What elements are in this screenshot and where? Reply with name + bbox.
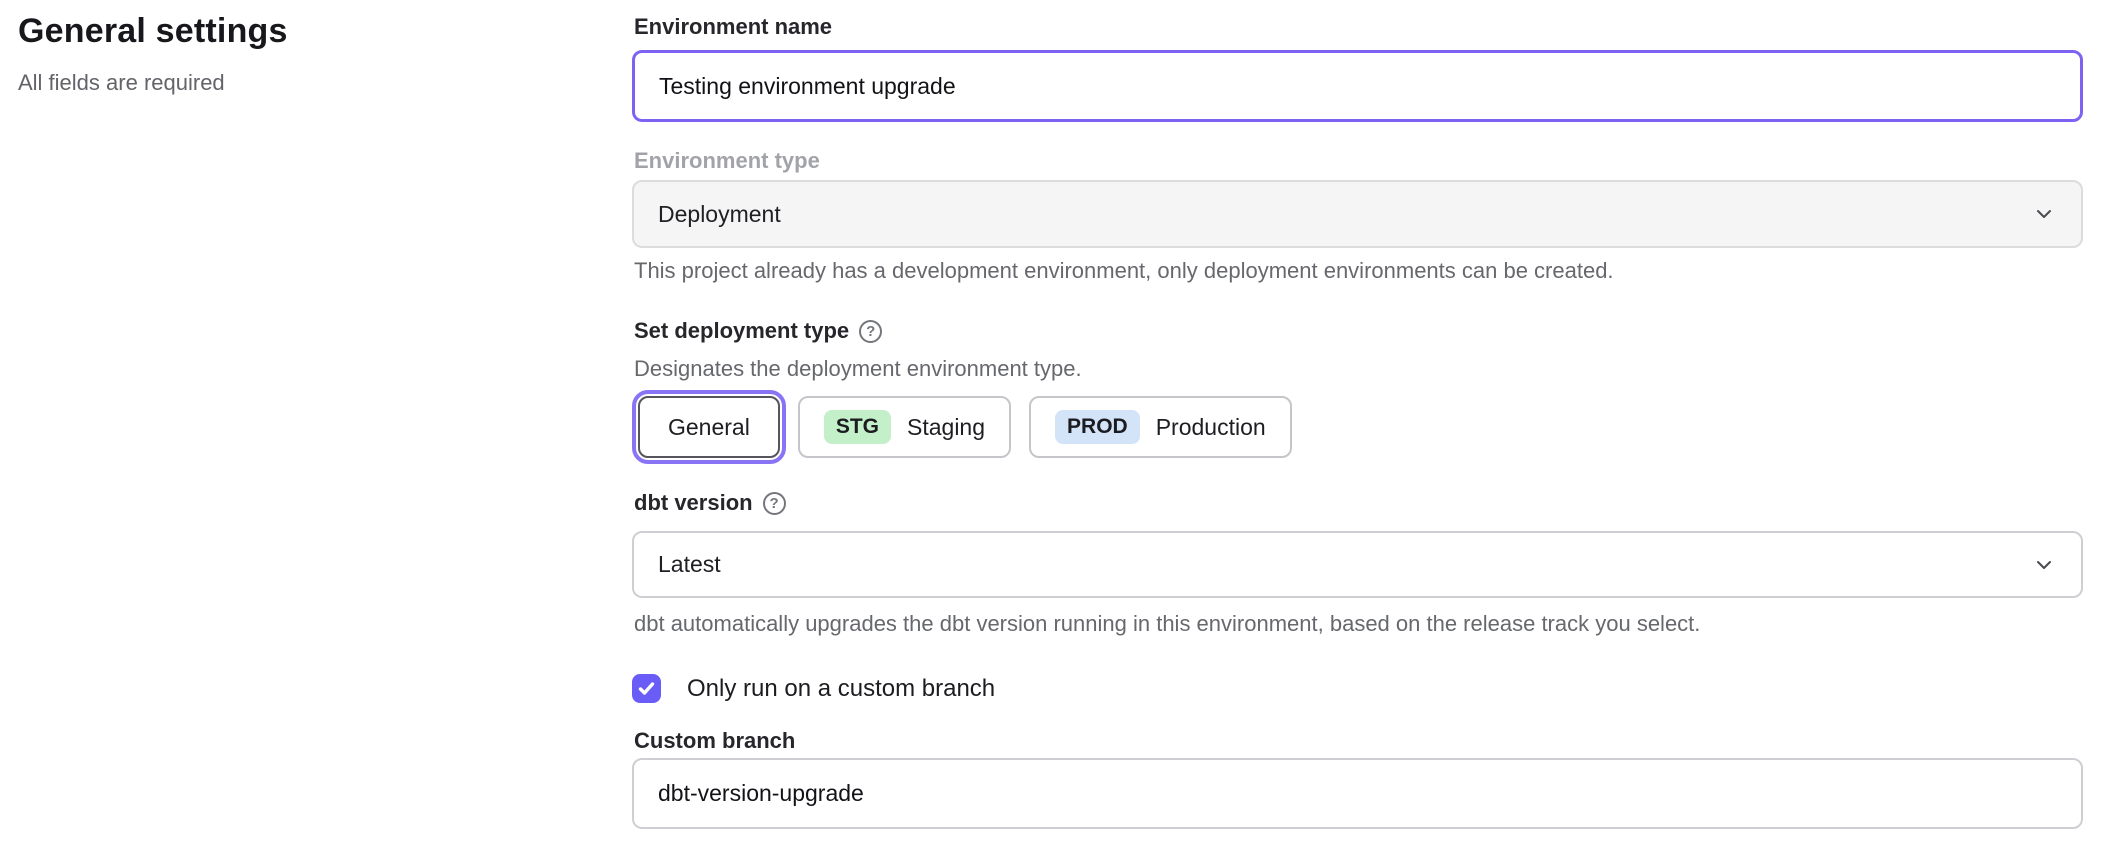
deployment-type-production-button[interactable]: PROD Production — [1029, 396, 1292, 458]
settings-form: Environment name Environment type Deploy… — [632, 0, 2083, 864]
deployment-type-label: Set deployment type ? — [634, 318, 882, 344]
dbt-version-value: Latest — [658, 551, 721, 578]
staging-badge: STG — [824, 410, 891, 444]
general-settings-page: General settings All fields are required… — [0, 0, 2116, 864]
deployment-type-options: General STG Staging PROD Production — [638, 396, 1292, 458]
deployment-type-general-button[interactable]: General — [638, 396, 780, 458]
custom-branch-checkbox[interactable] — [632, 674, 661, 703]
dbt-version-select[interactable]: Latest — [632, 531, 2083, 598]
environment-type-helper: This project already has a development e… — [634, 258, 1614, 284]
deployment-type-staging-button[interactable]: STG Staging — [798, 396, 1011, 458]
deployment-type-helper: Designates the deployment environment ty… — [634, 356, 1082, 382]
deployment-type-general-label: General — [668, 414, 750, 441]
environment-name-label: Environment name — [634, 14, 832, 40]
dbt-version-helper: dbt automatically upgrades the dbt versi… — [634, 611, 1700, 637]
environment-type-label: Environment type — [634, 148, 820, 174]
page-title: General settings — [18, 12, 288, 51]
chevron-down-icon — [2033, 203, 2055, 225]
checkmark-icon — [637, 679, 656, 698]
chevron-down-icon — [2033, 554, 2055, 576]
deployment-type-production-label: Production — [1156, 414, 1266, 441]
custom-branch-checkbox-label[interactable]: Only run on a custom branch — [687, 675, 995, 703]
custom-branch-label: Custom branch — [634, 728, 795, 754]
production-badge: PROD — [1055, 410, 1140, 444]
deployment-type-staging-label: Staging — [907, 414, 985, 441]
help-icon[interactable]: ? — [859, 320, 882, 343]
help-icon[interactable]: ? — [763, 492, 786, 515]
custom-branch-checkbox-row: Only run on a custom branch — [632, 674, 995, 703]
page-subtitle: All fields are required — [18, 70, 225, 96]
environment-name-input[interactable] — [632, 50, 2083, 122]
dbt-version-label: dbt version ? — [634, 490, 786, 516]
environment-type-select[interactable]: Deployment — [632, 180, 2083, 248]
custom-branch-input[interactable] — [632, 758, 2083, 829]
environment-type-value: Deployment — [658, 201, 781, 228]
